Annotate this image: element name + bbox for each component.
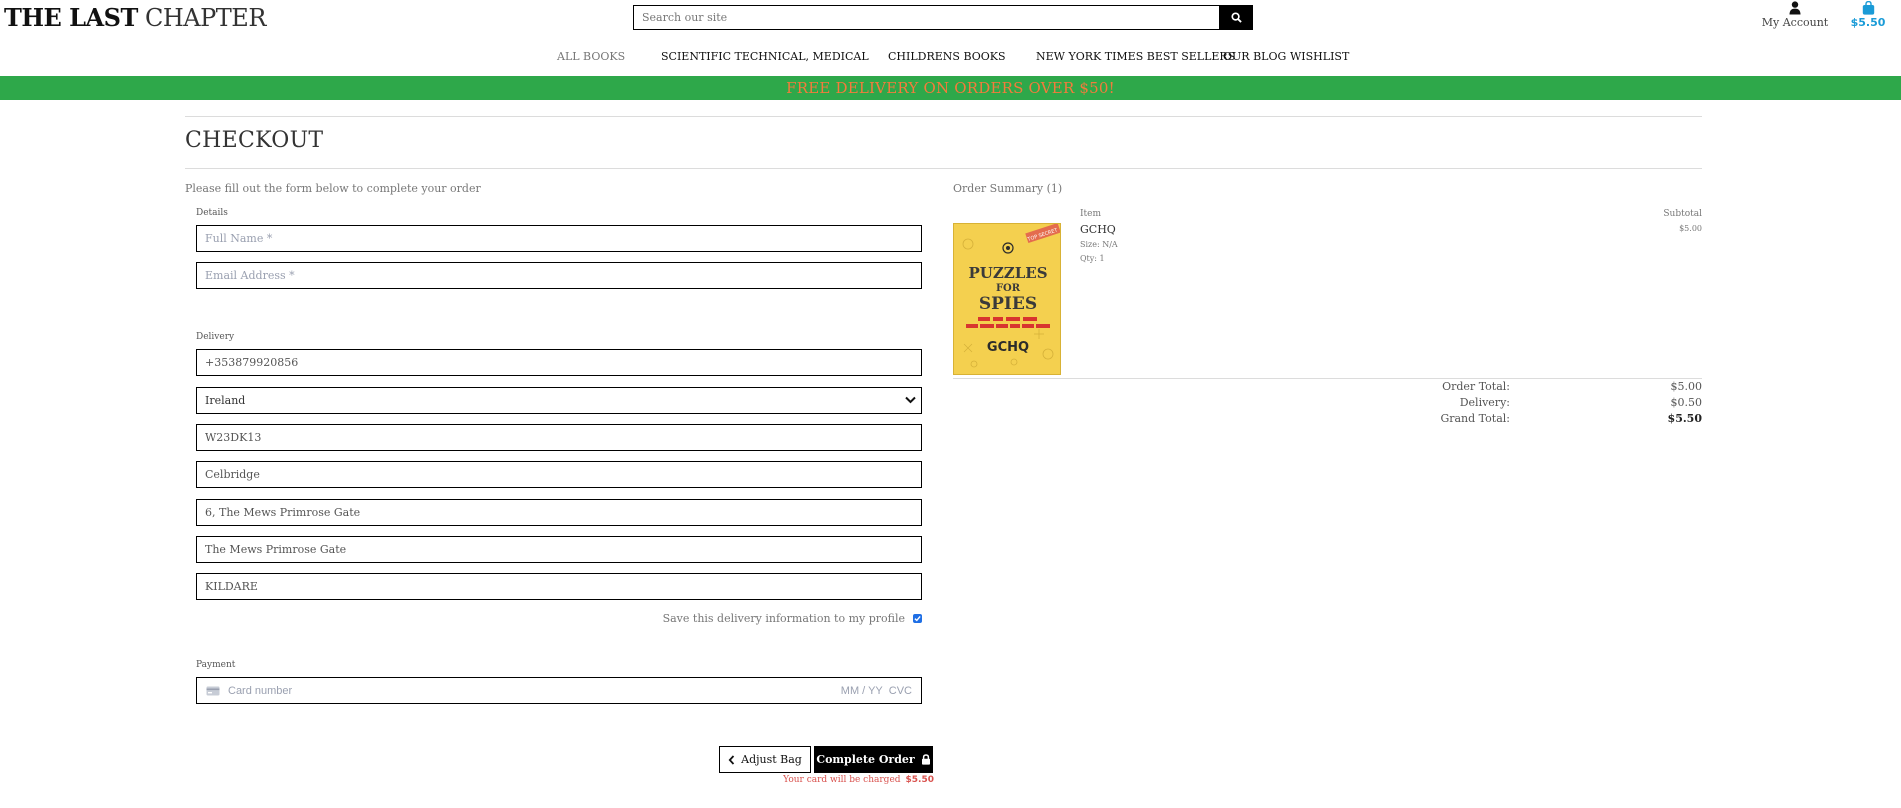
site-logo[interactable]: THE LAST CHAPTER xyxy=(4,3,266,32)
logo-part-1: THE LAST xyxy=(4,3,138,32)
search-form xyxy=(633,5,1253,30)
search-button[interactable] xyxy=(1219,5,1253,30)
grand-total-value: $5.50 xyxy=(1667,412,1702,425)
logo-part-2: CHAPTER xyxy=(145,4,266,32)
divider xyxy=(185,116,1702,117)
checkout-intro: Please fill out the form below to comple… xyxy=(185,182,481,195)
street-address-1-field[interactable] xyxy=(196,499,922,526)
charge-note: Your card will be charged $5.50 xyxy=(783,775,934,785)
column-subtotal-header: Subtotal xyxy=(1663,209,1702,219)
order-total-value: $5.00 xyxy=(1670,380,1703,393)
nav-childrens-books[interactable]: CHILDRENS BOOKS xyxy=(888,50,1006,63)
shopping-bag-icon xyxy=(1862,1,1874,15)
page-title: CHECKOUT xyxy=(185,128,324,153)
bag-total: $5.50 xyxy=(1850,16,1886,29)
promo-banner: FREE DELIVERY ON ORDERS OVER $50! xyxy=(0,76,1901,100)
my-account-link[interactable]: My Account xyxy=(1760,0,1830,29)
nav-wishlist[interactable]: WISHLIST xyxy=(1290,50,1349,63)
charge-amount: $5.50 xyxy=(905,775,934,785)
town-field[interactable] xyxy=(196,461,922,488)
county-field[interactable] xyxy=(196,573,922,600)
country-select-wrap: Ireland xyxy=(196,387,922,414)
lock-icon xyxy=(921,754,930,765)
nav-all-books[interactable]: ALL BOOKS xyxy=(557,50,625,63)
complete-order-button[interactable]: Complete Order xyxy=(814,746,933,773)
complete-order-label: Complete Order xyxy=(816,753,915,766)
cover-title-line-3: SPIES xyxy=(979,294,1037,314)
nav-our-blog[interactable]: OUR BLOG xyxy=(1223,50,1286,63)
full-name-field[interactable] xyxy=(196,225,922,252)
chevron-left-icon xyxy=(728,754,735,765)
search-input[interactable] xyxy=(633,5,1219,30)
summary-divider xyxy=(953,378,1702,379)
order-total-label: Order Total: xyxy=(1442,380,1510,393)
user-icon xyxy=(1789,1,1801,15)
product-size: Size: N/A xyxy=(1080,240,1118,249)
save-info-checkbox[interactable] xyxy=(913,614,922,623)
country-select[interactable]: Ireland xyxy=(196,387,922,414)
cover-title-line-1: PUZZLES xyxy=(968,264,1047,282)
search-icon xyxy=(1230,12,1242,23)
column-item-header: Item xyxy=(1080,209,1102,219)
nav-scientific-technical-medical[interactable]: SCIENTIFIC TECHNICAL, MEDICAL xyxy=(661,50,869,63)
divider xyxy=(185,168,1702,169)
product-cover-image[interactable]: TOP SECRET PUZZLES FOR SPIES GCHQ xyxy=(953,223,1061,375)
credit-card-icon xyxy=(206,686,220,695)
puzzles-for-spies-cover-art: TOP SECRET PUZZLES FOR SPIES GCHQ xyxy=(954,224,1060,374)
promo-banner-text: FREE DELIVERY ON ORDERS OVER $50! xyxy=(786,79,1115,97)
main-nav: ALL BOOKS SCIENTIFIC TECHNICAL, MEDICAL … xyxy=(0,50,1901,64)
cover-title-line-2: FOR xyxy=(996,283,1021,294)
nav-nyt-best-sellers[interactable]: NEW YORK TIMES BEST SELLERS xyxy=(1036,50,1235,63)
product-name: GCHQ xyxy=(1080,223,1116,236)
street-address-2-field[interactable] xyxy=(196,536,922,563)
order-summary-heading: Order Summary (1) xyxy=(953,182,1063,195)
product-qty: Qty: 1 xyxy=(1080,254,1105,263)
adjust-bag-label: Adjust Bag xyxy=(741,753,802,766)
card-cvc-input[interactable]: CVC xyxy=(889,685,912,697)
phone-field[interactable] xyxy=(196,349,922,376)
card-element[interactable]: Card number MM / YY CVC xyxy=(196,677,922,704)
product-subtotal: $5.00 xyxy=(1679,224,1702,233)
payment-legend: Payment xyxy=(196,660,236,670)
delivery-value: $0.50 xyxy=(1670,396,1703,409)
postcode-field[interactable] xyxy=(196,424,922,451)
adjust-bag-button[interactable]: Adjust Bag xyxy=(719,746,811,773)
checkmark-icon xyxy=(914,615,921,622)
delivery-label: Delivery: xyxy=(1459,396,1510,409)
card-expiry-input[interactable]: MM / YY xyxy=(841,685,883,697)
charge-note-text: Your card will be charged xyxy=(783,775,901,785)
my-account-label: My Account xyxy=(1761,16,1829,29)
grand-total-label: Grand Total: xyxy=(1440,412,1510,425)
save-info-row[interactable]: Save this delivery information to my pro… xyxy=(196,612,922,625)
delivery-legend: Delivery xyxy=(196,332,235,342)
email-field[interactable] xyxy=(196,262,922,289)
shopping-bag-link[interactable]: $5.50 xyxy=(1850,0,1886,29)
cover-author: GCHQ xyxy=(987,340,1029,355)
card-number-input[interactable]: Card number xyxy=(228,685,841,697)
details-legend: Details xyxy=(196,208,228,218)
save-info-label: Save this delivery information to my pro… xyxy=(662,612,905,625)
